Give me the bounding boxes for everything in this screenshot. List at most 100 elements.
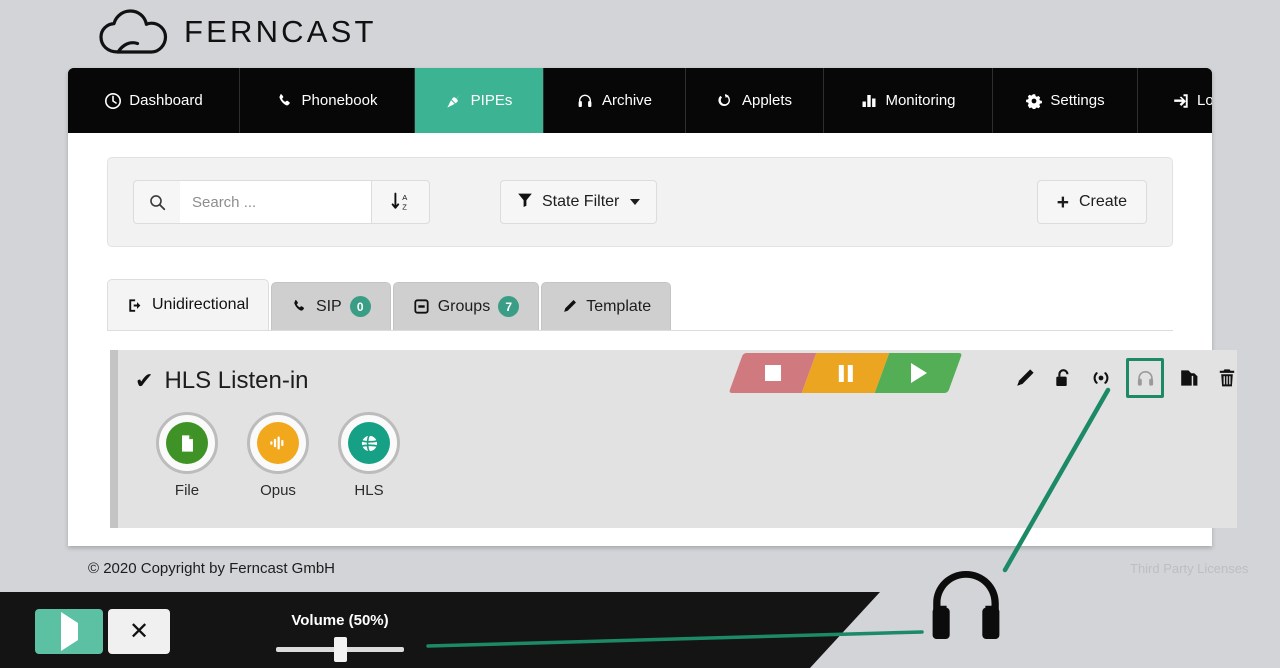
footer-copyright: © 2020 Copyright by Ferncast GmbH xyxy=(88,560,335,577)
pipe-tabs: Unidirectional SIP 0 Groups 7 Template xyxy=(107,279,1173,331)
svg-text:Z: Z xyxy=(402,202,407,211)
player-play-button[interactable] xyxy=(35,609,103,654)
tab-groups[interactable]: Groups 7 xyxy=(392,282,540,330)
broadcast-icon xyxy=(1090,368,1112,388)
nav-item-logout[interactable]: Logout xyxy=(1138,68,1212,133)
tab-badge: 7 xyxy=(498,296,520,317)
state-filter-label: State Filter xyxy=(542,193,620,210)
globe-icon xyxy=(348,422,390,464)
volume-control: Volume (50%) xyxy=(276,612,404,662)
tab-label: Template xyxy=(586,297,652,315)
file-icon xyxy=(166,422,208,464)
brand-name: FERNCAST xyxy=(184,14,377,49)
chart-bar-icon xyxy=(860,92,877,109)
pipe-title: ✔ HLS Listen-in xyxy=(135,367,309,395)
player-close-button[interactable]: ✕ xyxy=(108,609,170,654)
nav-item-phonebook[interactable]: Phonebook xyxy=(240,68,415,133)
nav-label: Settings xyxy=(1050,92,1105,109)
listen-in-button[interactable] xyxy=(1126,358,1164,398)
gear-icon xyxy=(1025,92,1042,109)
brand-logo[interactable]: FERNCAST xyxy=(98,8,377,56)
nav-label: Archive xyxy=(601,92,653,109)
unlock-button[interactable] xyxy=(1050,365,1076,391)
play-icon xyxy=(910,363,927,383)
delete-button[interactable] xyxy=(1214,365,1237,391)
codec-label: HLS xyxy=(354,482,384,499)
close-icon: ✕ xyxy=(128,617,150,645)
codec-label: Opus xyxy=(260,482,296,499)
copy-icon xyxy=(1179,368,1199,388)
dashboard-icon xyxy=(104,92,121,109)
plus-icon: + xyxy=(1056,190,1069,214)
group-icon xyxy=(413,298,430,315)
main-navigation: Dashboard Phonebook PIPEs Archive Applet xyxy=(68,68,1212,133)
logout-icon xyxy=(1172,92,1189,109)
search-input[interactable] xyxy=(180,180,371,224)
search-icon xyxy=(133,180,180,224)
codec-opus[interactable]: Opus xyxy=(246,412,310,499)
sort-alpha-down-icon[interactable]: A Z xyxy=(371,180,430,224)
nav-item-applets[interactable]: Applets xyxy=(686,68,824,133)
tab-sip[interactable]: SIP 0 xyxy=(270,282,391,330)
third-party-licenses-link[interactable]: Third Party Licenses xyxy=(1130,561,1249,576)
pause-icon xyxy=(838,364,853,382)
unlock-icon xyxy=(1053,368,1073,388)
create-button[interactable]: + Create xyxy=(1036,180,1147,224)
nav-label: PIPEs xyxy=(470,92,513,109)
tab-template[interactable]: Template xyxy=(541,282,672,330)
codec-hls[interactable]: HLS xyxy=(337,412,401,499)
brand-header: FERNCAST xyxy=(0,0,1280,68)
nav-item-monitoring[interactable]: Monitoring xyxy=(824,68,993,133)
codec-label: File xyxy=(174,482,200,499)
headphones-icon xyxy=(577,92,594,109)
duplicate-button[interactable] xyxy=(1176,365,1202,391)
pipe-status-accent xyxy=(110,350,118,528)
filter-icon xyxy=(517,192,533,213)
nav-label: Dashboard xyxy=(129,92,203,109)
pipe-transport-controls xyxy=(727,353,963,393)
nav-item-settings[interactable]: Settings xyxy=(993,68,1138,133)
pipe-action-buttons xyxy=(1012,358,1237,398)
phone-icon xyxy=(291,298,308,315)
chevron-down-icon xyxy=(630,199,641,205)
codec-file[interactable]: File xyxy=(155,412,219,499)
codec-ring xyxy=(247,412,309,474)
headphones-icon xyxy=(1136,369,1155,388)
check-icon: ✔ xyxy=(135,368,154,393)
pencil-icon xyxy=(1015,368,1035,388)
volume-slider-thumb[interactable] xyxy=(334,637,347,662)
pipe-card: ✔ HLS Listen-in File Opus HLS xyxy=(110,350,1237,528)
sign-out-icon xyxy=(127,297,144,314)
nav-label: Applets xyxy=(741,92,793,109)
play-icon xyxy=(60,611,78,651)
edit-button[interactable] xyxy=(1012,365,1038,391)
create-label: Create xyxy=(1078,193,1127,210)
nav-label: Monitoring xyxy=(885,92,956,109)
volume-slider[interactable] xyxy=(276,637,404,662)
nav-item-dashboard[interactable]: Dashboard xyxy=(68,68,240,133)
cloud-icon xyxy=(98,8,170,56)
play-button[interactable] xyxy=(874,353,963,393)
tab-label: Unidirectional xyxy=(152,296,249,313)
waveform-icon xyxy=(257,422,299,464)
pipe-icon xyxy=(446,92,463,109)
nav-label: Phonebook xyxy=(301,92,378,109)
codec-ring xyxy=(156,412,218,474)
tab-unidirectional[interactable]: Unidirectional xyxy=(107,279,269,330)
codec-ring xyxy=(338,412,400,474)
tab-badge: 0 xyxy=(349,296,371,317)
search-group: A Z xyxy=(133,180,430,224)
nav-item-pipes[interactable]: PIPEs xyxy=(415,68,544,133)
broadcast-button[interactable] xyxy=(1088,365,1114,391)
stop-icon xyxy=(764,365,781,381)
listen-in-player-bar: ✕ Volume (50%) xyxy=(0,592,1280,668)
state-filter-dropdown[interactable]: State Filter xyxy=(500,180,658,224)
search-filter-card: A Z State Filter + Create xyxy=(107,157,1173,247)
phone-icon xyxy=(277,92,294,109)
nav-label: Logout xyxy=(1197,92,1212,109)
player-bar-background xyxy=(0,592,880,668)
trash-icon xyxy=(1217,368,1237,388)
nav-item-archive[interactable]: Archive xyxy=(544,68,686,133)
pipe-name: HLS Listen-in xyxy=(164,367,309,394)
pencil-icon xyxy=(561,298,578,315)
